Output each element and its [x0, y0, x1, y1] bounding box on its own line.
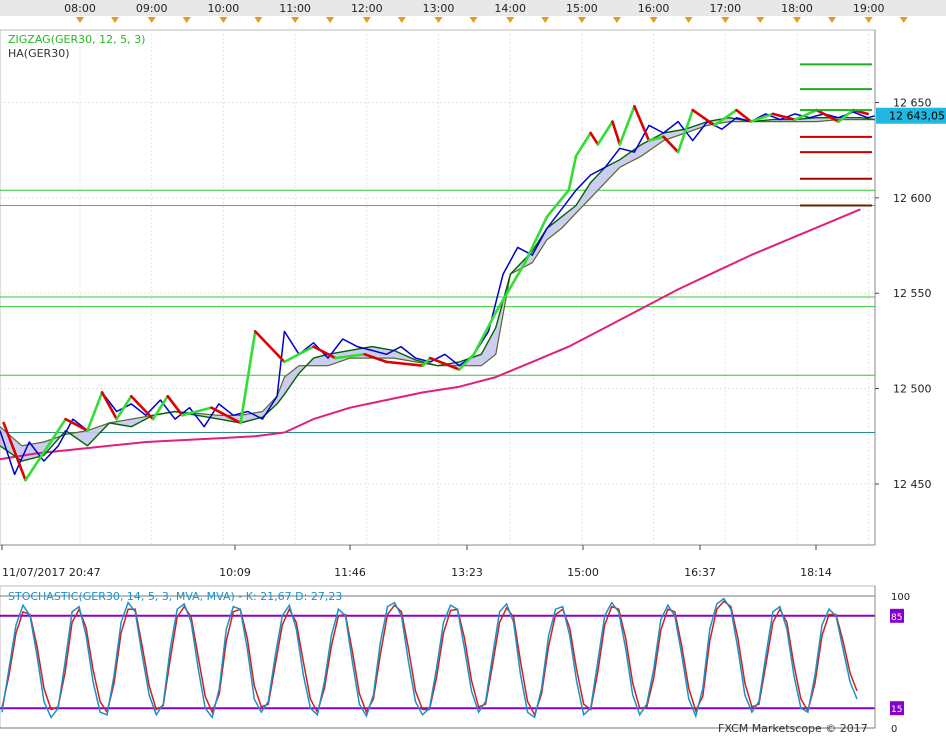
price-pane[interactable]: [0, 29, 876, 546]
top-time-label: 14:00: [494, 2, 526, 15]
time-marker-icon: [756, 17, 765, 23]
time-marker-icon: [326, 17, 335, 23]
current-price-label: 12 643,05: [889, 110, 945, 123]
time-marker-icon: [362, 17, 371, 23]
time-marker-icon: [793, 17, 801, 23]
time-marker-icon: [469, 17, 478, 23]
top-time-label: 13:00: [423, 2, 455, 15]
price-plot-area: [0, 29, 876, 546]
stochastic-level-label: 15: [891, 705, 902, 715]
time-marker-icon: [291, 17, 300, 23]
zigzag-indicator-label: ZIGZAG(GER30, 12, 5, 3): [8, 33, 145, 46]
price-tick-label: 12 550: [893, 287, 932, 300]
time-marker-icon: [684, 17, 693, 23]
top-time-label: 19:00: [853, 2, 885, 15]
time-marker-icon: [721, 17, 730, 23]
bottom-time-label: 16:37: [684, 566, 716, 579]
ha-indicator-label: HA(GER30): [8, 47, 70, 60]
top-time-label: 16:00: [638, 2, 670, 15]
time-marker-icon: [541, 17, 550, 23]
time-marker-icon: [828, 17, 836, 23]
time-marker-icon: [577, 17, 586, 23]
top-time-axis: 08:00 09:00 10:00 11:00 12:00 13:00 14:00 15:00…: [0, 0, 946, 23]
bottom-time-label: 11:46: [334, 566, 366, 579]
top-time-label: 18:00: [781, 2, 813, 15]
bottom-time-label: 10:09: [219, 566, 251, 579]
price-tick-label: 12 650: [893, 96, 932, 109]
bottom-time-label: 15:00: [567, 566, 599, 579]
top-time-label: 17:00: [709, 2, 741, 15]
time-marker-icon: [899, 17, 908, 23]
top-time-label: 15:00: [566, 2, 598, 15]
footer-credit: FXCM Marketscope © 2017: [718, 722, 868, 735]
bottom-time-label: 13:23: [451, 566, 483, 579]
bottom-time-axis: 11/07/2017 20:47 10:09 11:46 13:23 15:00 16:3…: [0, 544, 875, 579]
price-tick-label: 12 600: [893, 192, 932, 205]
stochastic-edge-label: 100: [891, 592, 910, 603]
bottom-time-label: 11/07/2017 20:47: [2, 566, 101, 579]
top-time-label: 12:00: [351, 2, 383, 15]
time-marker-icon: [111, 17, 119, 23]
price-tick-label: 12 500: [893, 383, 932, 396]
stochastic-title: STOCHASTIC(GER30, 14, 5, 3, MVA, MVA) - …: [8, 590, 342, 603]
time-marker-icon: [147, 17, 156, 23]
top-time-label: 08:00: [64, 2, 96, 15]
time-marker-icon: [219, 17, 228, 23]
time-marker-icon: [864, 17, 873, 23]
time-marker-icon: [76, 17, 84, 23]
top-time-label: 11:00: [279, 2, 311, 15]
top-time-label: 10:00: [208, 2, 240, 15]
time-marker-icon: [254, 17, 263, 23]
time-marker-icon: [182, 17, 191, 23]
top-time-label: 09:00: [136, 2, 168, 15]
price-tick-label: 12 450: [893, 478, 932, 491]
chart-svg: 08:00 09:00 10:00 11:00 12:00 13:00 14:00 15:00…: [0, 0, 946, 735]
time-marker-icon: [612, 17, 621, 23]
stochastic-pane[interactable]: 85 15 100 0: [0, 585, 910, 735]
price-axis: 12 450 12 500 12 550 12 600 12 65012 643,05: [874, 30, 946, 545]
stochastic-edge-label: 0: [891, 724, 897, 735]
time-marker-icon: [506, 17, 515, 23]
time-marker-icon: [397, 17, 406, 23]
time-marker-icon: [649, 17, 658, 23]
bottom-time-label: 18:14: [800, 566, 832, 579]
time-marker-icon: [434, 17, 443, 23]
stochastic-level-label: 85: [891, 613, 902, 623]
